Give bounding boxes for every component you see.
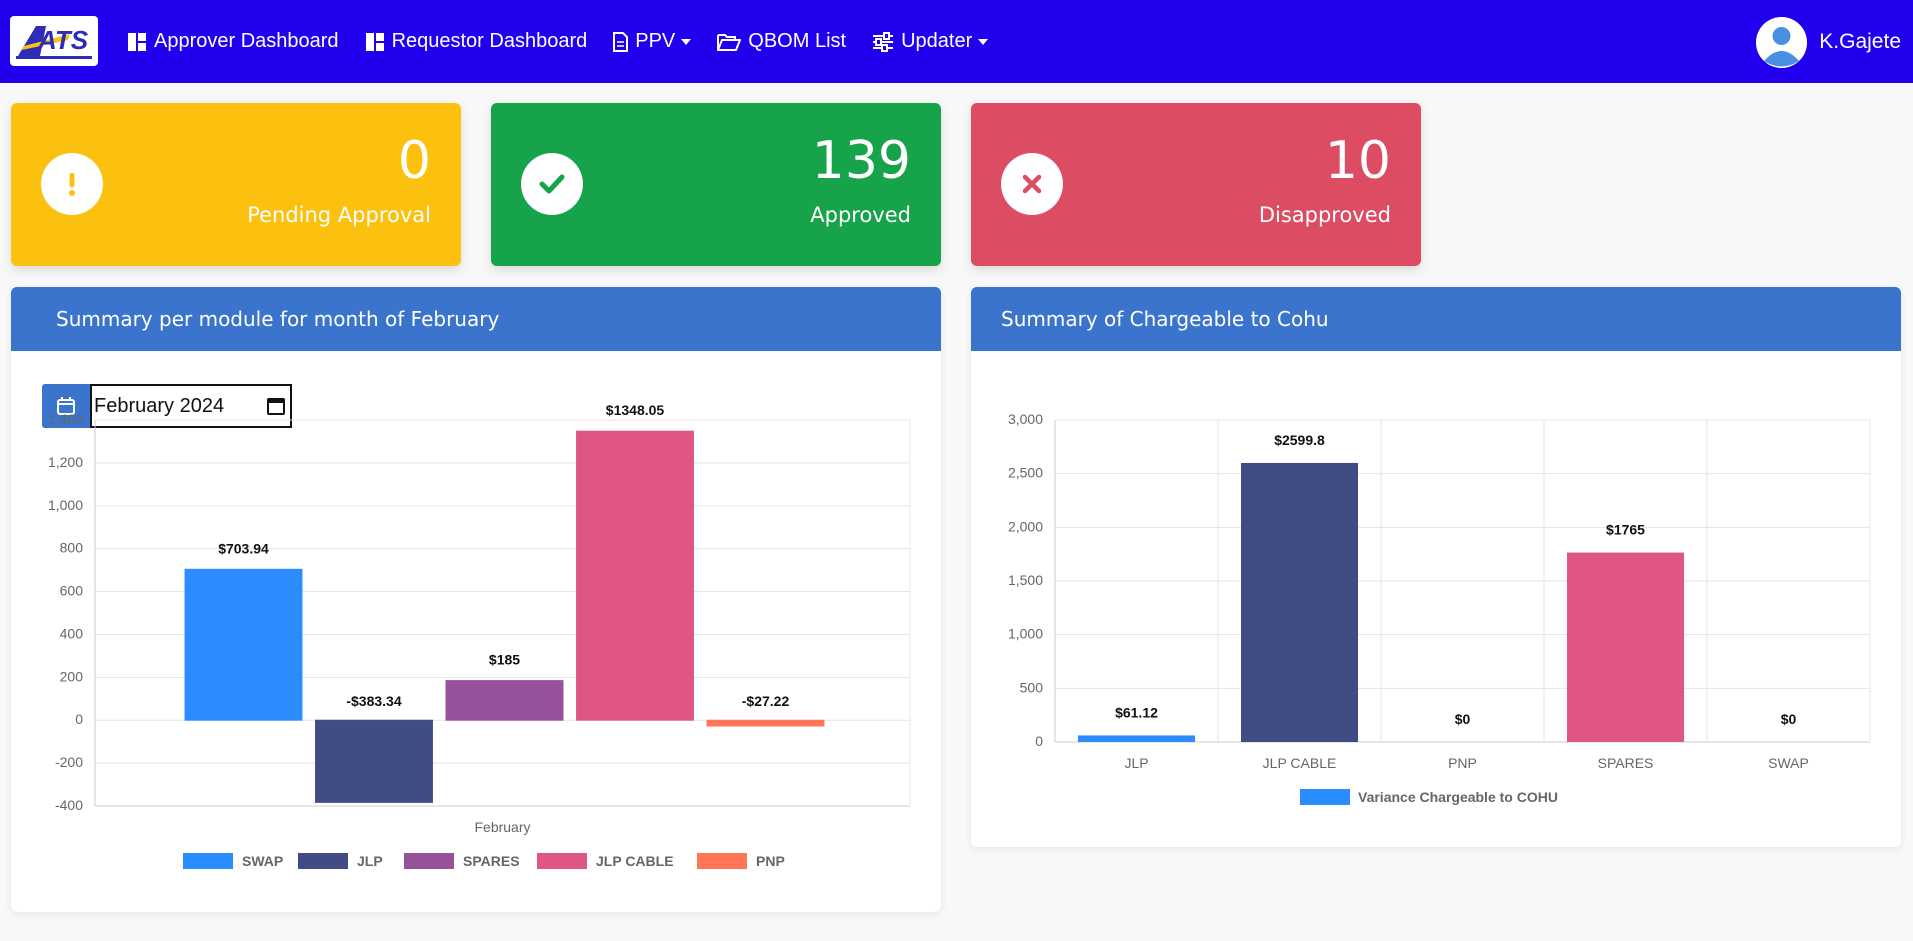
x-tick-label: JLP CABLE — [1263, 755, 1337, 771]
svg-text:ATS: ATS — [37, 25, 89, 55]
dashboard-icon — [365, 32, 384, 51]
data-label: $1348.05 — [606, 402, 665, 418]
bar-jlp — [315, 719, 433, 803]
disapproved-card[interactable]: 10 Disapproved — [971, 103, 1421, 266]
y-tick-label: 0 — [75, 711, 83, 727]
exclamation-icon — [41, 153, 103, 215]
y-tick-label: -400 — [55, 797, 83, 813]
disapproved-label: Disapproved — [1258, 203, 1391, 227]
y-tick-label: 1,500 — [1008, 572, 1043, 588]
file-icon — [613, 31, 629, 52]
y-tick-label: -200 — [55, 754, 83, 770]
nav-label: QBOM List — [748, 30, 847, 52]
cohu-summary-panel: Summary of Chargeable to Cohu 3,000 2,500… — [971, 287, 1901, 847]
legend-swatch — [298, 853, 348, 869]
nav-approver-dashboard[interactable]: Approver Dashboard — [127, 30, 339, 53]
dashboard-icon — [128, 32, 146, 51]
bar-spares — [445, 680, 564, 721]
bar-swap — [184, 568, 303, 721]
approved-card[interactable]: 139 Approved — [491, 103, 941, 266]
y-tick-label: 1,200 — [48, 454, 83, 470]
y-tick-label: 600 — [60, 583, 84, 599]
company-logo[interactable]: ATS — [10, 16, 98, 66]
legend-swatch — [404, 853, 454, 869]
bar-jlp — [1078, 735, 1195, 742]
data-label: $703.94 — [218, 540, 269, 556]
pending-approval-card[interactable]: 0 Pending Approval — [11, 103, 461, 266]
x-tick-label: JLP — [1124, 755, 1148, 771]
y-tick-label: 1,000 — [1008, 626, 1043, 642]
y-tick-label: 3,000 — [1008, 411, 1043, 427]
y-tick-label: 2,500 — [1008, 465, 1043, 481]
bar-jlp-cable — [576, 430, 694, 721]
y-tick-label: 500 — [1020, 679, 1044, 695]
data-label: $2599.8 — [1274, 432, 1325, 448]
legend-item: JLP — [357, 853, 383, 869]
legend-item: JLP CABLE — [596, 853, 674, 869]
y-tick-label: 1,400 — [48, 411, 83, 427]
top-navbar: ATS Approver Dashboard Requestor Dashboa… — [0, 0, 1913, 83]
y-tick-label: 1,000 — [48, 497, 83, 513]
close-icon — [1001, 153, 1063, 215]
data-label: -$383.34 — [346, 693, 401, 709]
cohu-summary-title: Summary of Chargeable to Cohu — [971, 287, 1901, 351]
x-tick-label: PNP — [1448, 755, 1477, 771]
sliders-icon — [873, 31, 894, 52]
module-summary-title: Summary per module for month of February — [11, 287, 941, 351]
user-menu[interactable]: K.Gajete — [1756, 16, 1901, 68]
legend-swatch — [183, 853, 233, 869]
user-name: K.Gajete — [1819, 30, 1901, 53]
cohu-bar-chart: 3,000 2,500 2,000 1,500 1,000 500 0 $61.12 JLP $2… — [1008, 411, 1871, 805]
legend-item: Variance Chargeable to COHU — [1358, 789, 1558, 805]
nav-requestor-dashboard[interactable]: Requestor Dashboard — [365, 30, 588, 53]
chevron-down-icon — [681, 38, 692, 45]
folder-open-icon — [717, 33, 742, 51]
nav-label: PPV — [635, 30, 676, 52]
pending-count: 0 — [397, 131, 431, 191]
data-label: $61.12 — [1115, 704, 1158, 720]
disapproved-count: 10 — [1324, 131, 1391, 191]
x-tick-label: SWAP — [1768, 755, 1809, 771]
nav-qbom-list[interactable]: QBOM List — [717, 30, 846, 53]
legend-item: SPARES — [463, 853, 520, 869]
legend-item: SWAP — [242, 853, 283, 869]
check-icon — [521, 153, 583, 215]
legend-swatch — [697, 853, 747, 869]
x-tick-label: SPARES — [1598, 755, 1654, 771]
nav-ppv-dropdown[interactable]: PPV — [613, 30, 692, 53]
data-label: $0 — [1455, 711, 1471, 727]
y-tick-label: 2,000 — [1008, 518, 1043, 534]
x-tick-label: February — [474, 819, 530, 835]
nav-label: Updater — [901, 30, 973, 52]
data-label: $185 — [489, 652, 520, 668]
y-tick-label: 400 — [60, 625, 84, 641]
avatar — [1756, 16, 1808, 68]
data-label: $1765 — [1606, 522, 1645, 538]
nav-updater-dropdown[interactable]: Updater — [872, 30, 989, 53]
module-bar-chart: 1,400 1,200 1,000 800 600 400 200 0 -200 -400 $703… — [48, 402, 911, 869]
pending-label: Pending Approval — [247, 203, 431, 227]
chevron-down-icon — [978, 38, 989, 45]
y-tick-label: 800 — [60, 540, 84, 556]
nav-label: Approver Dashboard — [154, 30, 339, 52]
legend-swatch — [537, 853, 587, 869]
bar-spares — [1567, 552, 1684, 742]
bar-pnp — [706, 719, 825, 727]
bar-jlp-cable — [1241, 462, 1358, 742]
legend-swatch — [1300, 789, 1350, 805]
data-label: $0 — [1781, 711, 1797, 727]
y-tick-label: 0 — [1035, 733, 1043, 749]
y-tick-label: 200 — [60, 668, 84, 684]
data-label: -$27.22 — [742, 693, 790, 709]
legend-item: PNP — [756, 853, 785, 869]
approved-count: 139 — [811, 131, 911, 191]
module-summary-panel: Summary per module for month of February… — [11, 287, 941, 912]
approved-label: Approved — [810, 203, 911, 227]
nav-label: Requestor Dashboard — [391, 30, 588, 52]
